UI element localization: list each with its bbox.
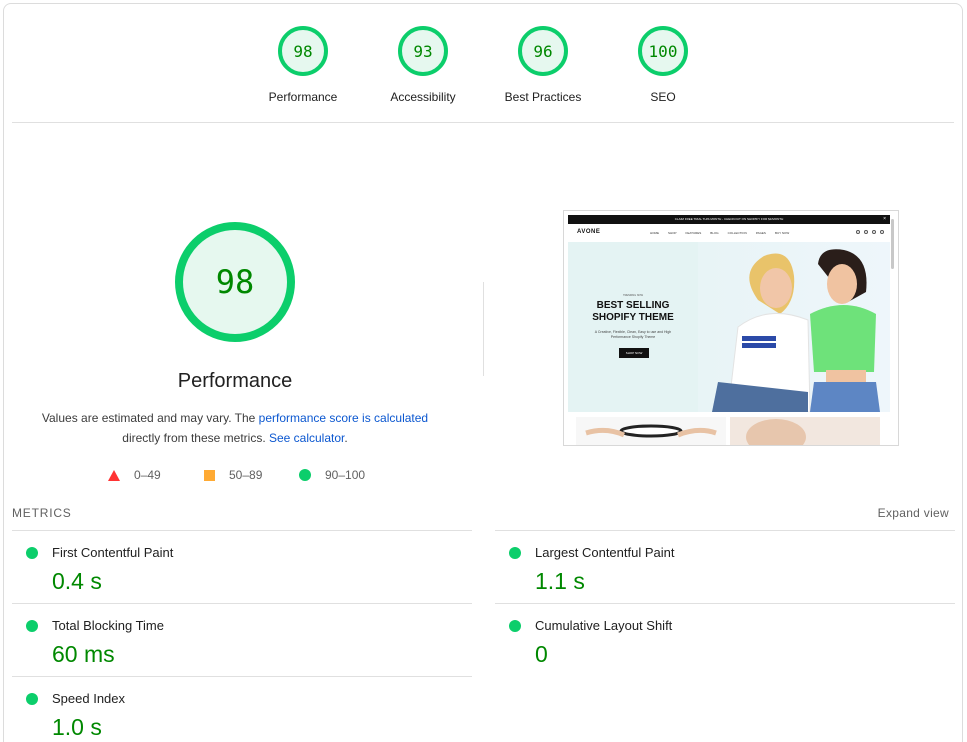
gauge-ring: 98	[278, 26, 328, 76]
square-icon	[204, 469, 215, 481]
gauge-seo[interactable]: 100 SEO	[603, 26, 723, 108]
models-illustration	[712, 249, 880, 412]
score-legend: 0–49 50–89 90–100	[108, 466, 365, 484]
gauge-accessibility[interactable]: 93 Accessibility	[363, 26, 483, 108]
announcement-text: CLAIM FREE TRIAL THIS MONTH - CHECKOUT O…	[674, 217, 784, 221]
close-icon: ×	[883, 216, 886, 222]
metric-value: 60 ms	[52, 641, 115, 667]
circle-icon	[299, 469, 311, 481]
gauge-score: 93	[413, 41, 433, 61]
product-thumbnails	[576, 417, 880, 445]
metrics-right-column: Largest Contentful Paint 1.1 s Cumulativ…	[495, 530, 955, 676]
menu-item: COLLECTION	[727, 231, 747, 235]
legend-fail: 0–49	[108, 468, 204, 482]
header-divider	[12, 122, 954, 123]
legend-pass: 90–100	[299, 468, 365, 482]
menu-item: HOME	[650, 231, 659, 235]
gauge-best-practices[interactable]: 96 Best Practices	[483, 26, 603, 108]
gauge-ring: 96	[518, 26, 568, 76]
metrics-left-column: First Contentful Paint 0.4 s Total Block…	[12, 530, 472, 742]
legend-average-label: 50–89	[229, 468, 263, 482]
metric-value: 1.0 s	[52, 714, 102, 740]
metric-value: 1.1 s	[535, 568, 585, 594]
metric-label: First Contentful Paint	[52, 545, 174, 560]
expand-view-toggle[interactable]: Expand view	[878, 506, 949, 520]
hero-banner: TRENDING NOW BEST SELLING SHOPIFY THEME …	[568, 242, 890, 412]
category-gauges: 98 Performance 93 Accessibility 96 Best …	[243, 26, 723, 108]
cart-icon	[880, 230, 884, 234]
menu-item: PAGES	[755, 231, 766, 235]
site-logo: AVONE	[577, 229, 601, 235]
score-description: Values are estimated and may vary. The p…	[30, 408, 440, 448]
menu-item: BUY NOW	[774, 231, 790, 235]
metric-label: Largest Contentful Paint	[535, 545, 675, 560]
triangle-icon	[108, 469, 120, 481]
pass-circle-icon	[509, 620, 521, 632]
legend-fail-label: 0–49	[134, 468, 161, 482]
final-screenshot[interactable]: CLAIM FREE TRIAL THIS MONTH - CHECKOUT O…	[563, 210, 899, 446]
metric-first-contentful-paint: First Contentful Paint 0.4 s	[12, 530, 472, 603]
hero-headline-line1: BEST SELLING	[596, 300, 670, 311]
hero-headline-line2: SHOPIFY THEME	[592, 312, 674, 323]
performance-title: Performance	[177, 370, 293, 392]
hero-headline: BEST SELLING SHOPIFY THEME	[568, 300, 698, 324]
header-icons	[856, 230, 884, 234]
hero-image	[698, 242, 890, 412]
performance-score: 98	[215, 263, 255, 301]
gauge-label: Accessibility	[390, 90, 456, 104]
metric-cumulative-layout-shift: Cumulative Layout Shift 0	[495, 603, 955, 676]
pass-circle-icon	[509, 547, 521, 559]
search-icon	[856, 230, 860, 234]
vertical-divider	[483, 282, 484, 376]
metric-label: Speed Index	[52, 691, 126, 706]
gauge-score: 98	[293, 41, 313, 61]
shop-now-button: SHOP NOW	[619, 348, 649, 358]
scrollbar	[891, 219, 894, 269]
account-icon	[864, 230, 868, 234]
metrics-heading: METRICS	[12, 506, 72, 520]
menu-item: BLOG	[710, 231, 719, 235]
site-nav: AVONE HOME SHOP FEATURES BLOG COLLECTION…	[568, 224, 890, 242]
gauge-performance[interactable]: 98 Performance	[243, 26, 363, 108]
desc-middle: directly from these metrics.	[122, 431, 269, 445]
gauge-label: SEO	[650, 90, 676, 104]
score-calculated-link[interactable]: performance score is calculated	[259, 411, 428, 425]
desc-prefix: Values are estimated and may vary. The	[41, 411, 259, 425]
site-menu: HOME SHOP FEATURES BLOG COLLECTION PAGES…	[650, 231, 789, 235]
metric-total-blocking-time: Total Blocking Time 60 ms	[12, 603, 472, 676]
gauge-ring: 100	[638, 26, 688, 76]
legend-average: 50–89	[204, 468, 299, 482]
metric-label: Cumulative Layout Shift	[535, 618, 673, 633]
menu-item: SHOP	[668, 231, 677, 235]
gauge-label: Best Practices	[504, 90, 582, 104]
desc-suffix: .	[344, 431, 348, 445]
metric-value: 0	[535, 641, 548, 667]
hero-eyebrow: TRENDING NOW	[623, 294, 643, 297]
hero-body: A Creative, Flexible, Clean, Easy to use…	[594, 330, 672, 339]
see-calculator-link[interactable]: See calculator	[269, 431, 344, 445]
menu-item: FEATURES	[685, 231, 702, 235]
metric-largest-contentful-paint: Largest Contentful Paint 1.1 s	[495, 530, 955, 603]
performance-gauge: 98	[175, 222, 295, 342]
pass-circle-icon	[26, 693, 38, 705]
announcement-bar: CLAIM FREE TRIAL THIS MONTH - CHECKOUT O…	[568, 215, 890, 224]
gauge-score: 100	[648, 41, 678, 61]
gauge-ring: 93	[398, 26, 448, 76]
metric-speed-index: Speed Index 1.0 s	[12, 676, 472, 742]
pass-circle-icon	[26, 620, 38, 632]
legend-pass-label: 90–100	[325, 468, 366, 482]
wishlist-icon	[872, 230, 876, 234]
pass-circle-icon	[26, 547, 38, 559]
gauge-label: Performance	[268, 90, 338, 104]
metric-value: 0.4 s	[52, 568, 102, 594]
metric-label: Total Blocking Time	[52, 618, 164, 633]
gauge-score: 96	[533, 41, 553, 61]
